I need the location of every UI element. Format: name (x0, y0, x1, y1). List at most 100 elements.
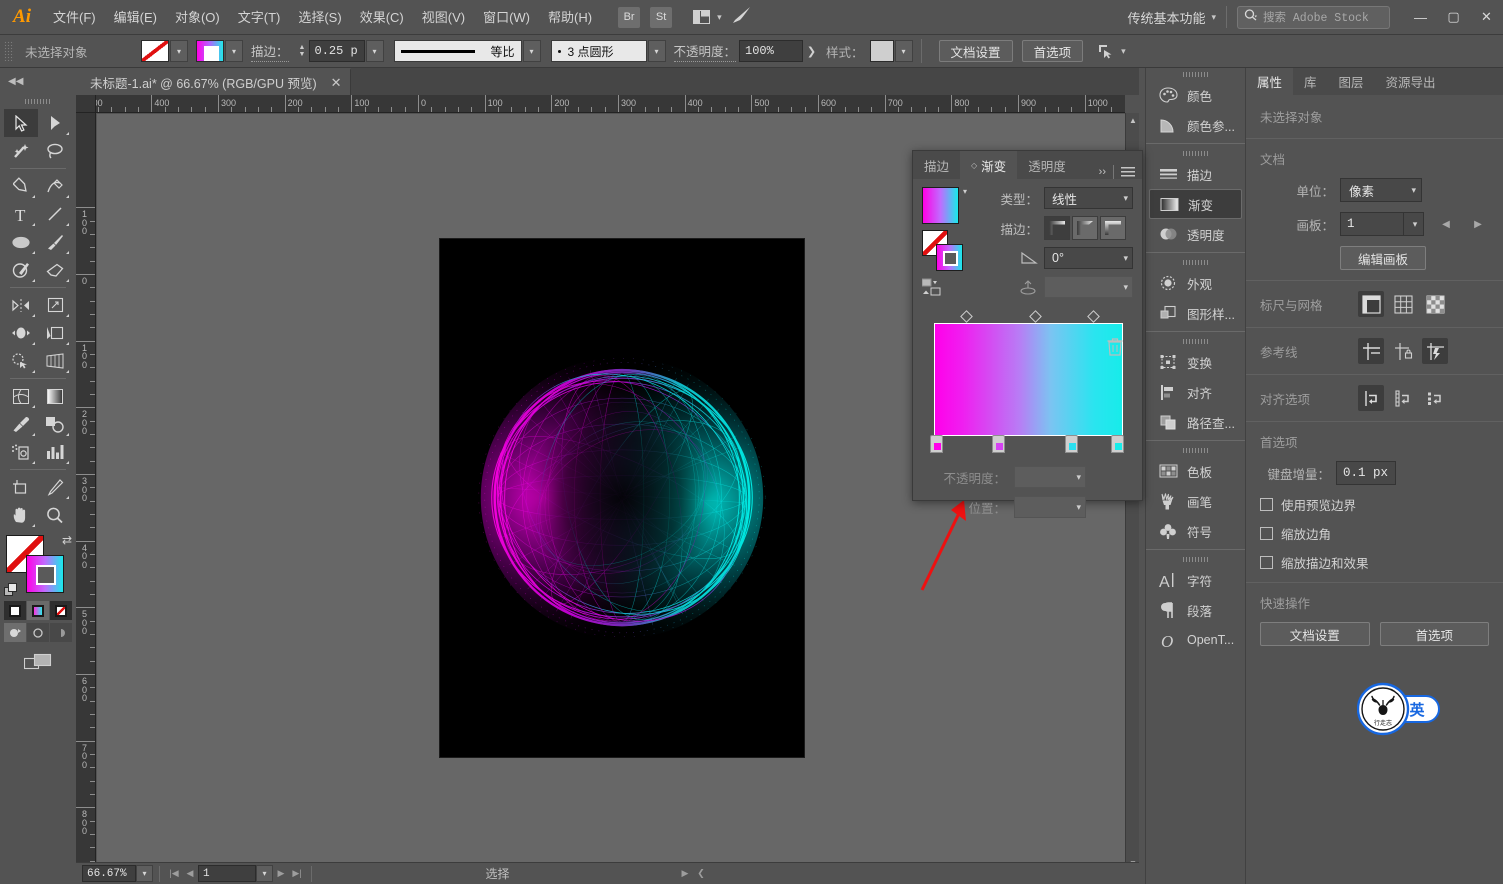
adobe-bird-icon[interactable] (732, 6, 752, 29)
panel-button-gradient[interactable]: 渐变 (1149, 189, 1242, 219)
first-artboard-button[interactable]: |◀ (166, 864, 182, 884)
draw-behind-button[interactable] (27, 623, 49, 642)
lock-guides-icon[interactable] (1390, 338, 1416, 364)
zoom-tool[interactable] (38, 501, 72, 529)
gradient-midpoint-1[interactable] (1029, 310, 1042, 323)
tools-panel-grip[interactable] (0, 95, 76, 107)
stroke-weight-dropdown[interactable]: ▾ (365, 40, 384, 62)
column-graph-tool[interactable] (38, 438, 72, 466)
type-tool[interactable]: T (4, 200, 38, 228)
menu-type[interactable]: 文字(T) (229, 0, 290, 35)
line-segment-tool[interactable] (38, 200, 72, 228)
gradient-fill-button[interactable] (27, 601, 49, 620)
dock-group-grip-5[interactable] (1146, 444, 1245, 456)
tab-gradient[interactable]: ◇ 渐变 (960, 151, 1018, 179)
edit-artboards-button[interactable]: 编辑画板 (1340, 246, 1426, 270)
keyboard-increment-input[interactable]: 0.1 px (1336, 461, 1396, 485)
menu-effect[interactable]: 效果(C) (351, 0, 413, 35)
show-rulers-icon[interactable] (1358, 291, 1384, 317)
fill-stroke-widget[interactable]: ⇄ (4, 533, 72, 597)
tab-stroke[interactable]: 描边 (913, 151, 960, 179)
symbol-sprayer-tool[interactable] (4, 438, 38, 466)
hand-tool[interactable] (4, 501, 38, 529)
gradient-fill-box[interactable] (936, 244, 963, 271)
dock-group-grip-4[interactable] (1146, 335, 1245, 347)
panel-button-character[interactable]: A 字符 (1149, 565, 1242, 595)
checkbox-box-preview-bounds[interactable] (1260, 498, 1273, 511)
color-fill-button[interactable] (4, 601, 26, 620)
zoom-level-dropdown[interactable]: ▾ (136, 865, 153, 882)
menu-view[interactable]: 视图(V) (413, 0, 474, 35)
workspace-selector[interactable]: 传统基本功能 (1127, 8, 1207, 27)
zoom-level-input[interactable]: 66.67% (82, 865, 136, 882)
dock-group-grip-3[interactable] (1146, 256, 1245, 268)
swap-fill-stroke-icon[interactable]: ⇄ (62, 533, 72, 547)
artboard-input[interactable]: 1 (1340, 212, 1404, 236)
delete-stop-icon[interactable] (1106, 337, 1124, 357)
gradient-midpoint-2[interactable] (1087, 310, 1100, 323)
fill-color-box[interactable] (26, 555, 64, 593)
artboard-number-dropdown[interactable]: ▾ (256, 865, 273, 882)
rotate-tool[interactable] (4, 291, 38, 319)
panel-button-transform[interactable]: 变换 (1149, 347, 1242, 377)
draw-normal-button[interactable] (4, 623, 26, 642)
gradient-type-select[interactable]: 线性 ▾ (1044, 187, 1133, 209)
smart-guides-icon[interactable] (1422, 338, 1448, 364)
stroke-along-icon[interactable] (1072, 216, 1098, 240)
graphic-style-swatch[interactable] (869, 40, 894, 62)
gradient-angle-select[interactable]: 0° ▾ (1044, 247, 1133, 269)
paintbrush-tool[interactable] (38, 228, 72, 256)
stroke-across-icon[interactable] (1100, 216, 1126, 240)
selection-tool[interactable] (4, 109, 38, 137)
minimize-button[interactable]: — (1404, 0, 1437, 35)
panel-button-graphic-styles[interactable]: 图形样... (1149, 298, 1242, 328)
document-tab-close-icon[interactable]: ✕ (331, 75, 342, 91)
direct-selection-tool[interactable] (38, 109, 72, 137)
horizontal-ruler[interactable]: 5004003002001000100200300400500600700800… (96, 95, 1125, 113)
artboard-dropdown[interactable]: ▾ (1404, 212, 1424, 236)
eyedropper-tool[interactable] (4, 410, 38, 438)
panel-button-paragraph[interactable]: 段落 (1149, 595, 1242, 625)
vertical-ruler[interactable]: 1 0 0 0 1 0 0 2 0 0 3 0 0 4 0 0 5 0 0 6 0 0 7 0 … (76, 113, 96, 870)
reverse-gradient-icon[interactable] (921, 278, 980, 301)
lasso-tool[interactable] (38, 137, 72, 165)
gradient-slider[interactable] (934, 323, 1123, 436)
menu-file[interactable]: 文件(F) (44, 0, 105, 35)
screen-mode-button[interactable] (4, 652, 72, 672)
units-select[interactable]: 像素 ▾ (1340, 178, 1422, 202)
tab-asset-export[interactable]: 资源导出 (1375, 68, 1447, 95)
artboard-tool[interactable] (4, 473, 38, 501)
brush-definition-select[interactable]: 3 点圆形 (550, 40, 647, 62)
dock-group-grip-6[interactable] (1146, 553, 1245, 565)
panel-button-appearance[interactable]: 外观 (1149, 268, 1242, 298)
show-grid-icon[interactable] (1390, 291, 1416, 317)
fill-color-swatch[interactable] (196, 40, 224, 62)
stroke-weight-stepper[interactable]: ▲ ▼ (296, 40, 309, 62)
fill-color-dropdown[interactable]: ▾ (225, 40, 243, 62)
stock-search-input[interactable]: 搜索 Adobe Stock (1237, 5, 1390, 29)
gradient-opacity-select[interactable]: ▾ (1014, 466, 1086, 488)
align-to-key-object-icon[interactable] (1422, 385, 1448, 411)
preferences-button[interactable]: 首选项 (1021, 40, 1084, 62)
mesh-tool[interactable] (4, 382, 38, 410)
align-to-artboard-icon[interactable] (1390, 385, 1416, 411)
blend-tool[interactable] (38, 410, 72, 438)
checkbox-box-scale-strokes[interactable] (1260, 556, 1273, 569)
next-artboard-button[interactable]: ▶ (273, 864, 289, 884)
tab-layers[interactable]: 图层 (1328, 68, 1375, 95)
perspective-grid-tool[interactable] (38, 347, 72, 375)
quick-document-setup-button[interactable]: 文档设置 (1260, 622, 1370, 646)
dock-group-grip-2[interactable] (1146, 147, 1245, 159)
status-collapse-button[interactable]: ❮ (693, 864, 709, 884)
gradient-midpoint-0[interactable] (960, 310, 973, 323)
gradient-preset-chevron-icon[interactable]: ▾ (963, 187, 967, 196)
panel-button-color[interactable]: 颜色 (1149, 80, 1242, 110)
panel-button-symbols[interactable]: 符号 (1149, 516, 1242, 546)
gradient-stop-1[interactable] (992, 435, 1005, 453)
tab-libraries[interactable]: 库 (1293, 68, 1328, 95)
panel-button-swatches[interactable]: 色板 (1149, 456, 1242, 486)
curvature-tool[interactable] (38, 172, 72, 200)
document-tab[interactable]: 未标题-1.ai* @ 66.67% (RGB/GPU 预览) ✕ (76, 68, 351, 95)
maximize-button[interactable]: ▢ (1437, 0, 1470, 35)
menu-select[interactable]: 选择(S) (289, 0, 350, 35)
